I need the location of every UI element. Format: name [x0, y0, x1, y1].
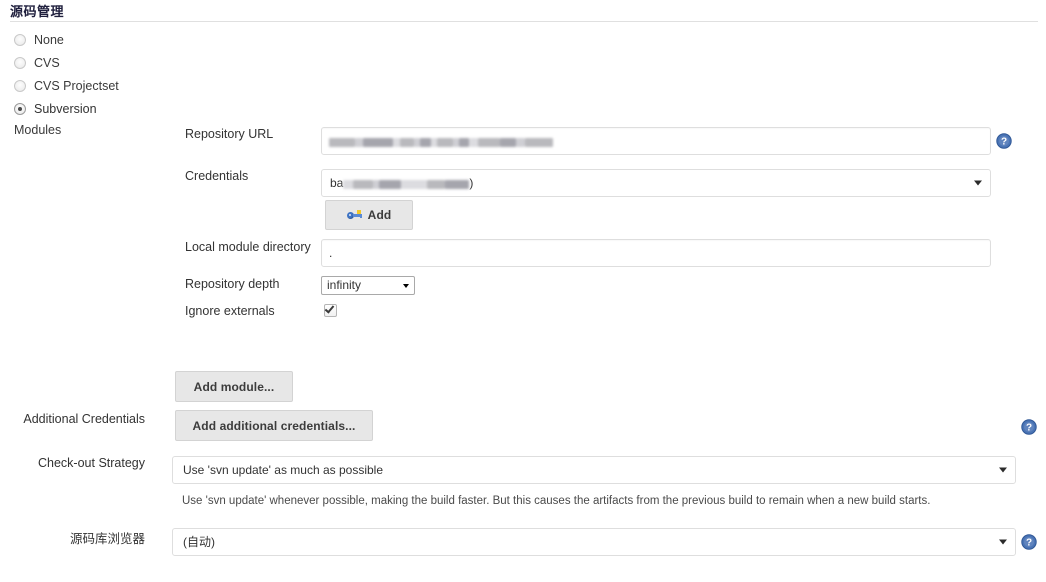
- modules-label: Modules: [14, 123, 62, 137]
- scm-option-label: None: [34, 33, 64, 47]
- help-icon-additional-credentials[interactable]: ?: [1021, 419, 1037, 435]
- repository-browser-select[interactable]: (自动): [172, 528, 1016, 556]
- checkout-strategy-value: Use 'svn update' as much as possible: [183, 463, 384, 477]
- repository-url-input[interactable]: [321, 127, 991, 155]
- repository-depth-select[interactable]: infinity: [321, 276, 415, 295]
- scm-configuration-page: 源码管理 None CVS CVS Projectset Subversion …: [0, 0, 1046, 582]
- add-module-button-label: Add module...: [193, 379, 275, 394]
- local-module-directory-input[interactable]: .: [321, 239, 991, 267]
- help-icon-repository-url[interactable]: ?: [996, 133, 1012, 149]
- ignore-externals-checkbox[interactable]: [324, 303, 337, 317]
- scm-option-cvs[interactable]: CVS: [14, 56, 60, 70]
- add-credentials-button[interactable]: Add: [325, 200, 413, 230]
- repository-depth-label: Repository depth: [185, 277, 280, 291]
- radio-cvs-projectset[interactable]: [14, 80, 26, 92]
- scm-option-cvs-projectset[interactable]: CVS Projectset: [14, 79, 119, 93]
- radio-subversion[interactable]: [14, 103, 26, 115]
- local-module-directory-label: Local module directory: [185, 240, 311, 254]
- svg-text:?: ?: [1026, 538, 1032, 549]
- scm-option-subversion[interactable]: Subversion: [14, 102, 97, 116]
- checkout-strategy-select[interactable]: Use 'svn update' as much as possible: [172, 456, 1016, 484]
- credentials-value-suffix: ): [469, 176, 474, 190]
- check-icon: [324, 303, 335, 314]
- repository-url-label: Repository URL: [185, 127, 274, 141]
- header-divider: [10, 21, 1038, 22]
- credentials-select[interactable]: ba): [321, 169, 991, 197]
- svg-text:?: ?: [1026, 423, 1032, 434]
- chevron-down-icon: [999, 539, 1007, 545]
- checkout-strategy-label: Check-out Strategy: [38, 456, 145, 470]
- page-title: 源码管理: [10, 4, 65, 19]
- ignore-externals-label: Ignore externals: [185, 304, 275, 318]
- svg-text:?: ?: [1001, 137, 1007, 148]
- repository-depth-value: infinity: [327, 278, 362, 292]
- add-module-button[interactable]: Add module...: [175, 371, 293, 402]
- scm-option-none[interactable]: None: [14, 33, 64, 47]
- add-additional-credentials-button-label: Add additional credentials...: [192, 418, 356, 433]
- chevron-down-icon: [999, 467, 1007, 473]
- checkout-strategy-hint: Use 'svn update' whenever possible, maki…: [182, 495, 931, 507]
- chevron-down-icon: [403, 283, 409, 288]
- add-additional-credentials-button[interactable]: Add additional credentials...: [175, 410, 373, 441]
- redacted-url-content: [329, 129, 553, 154]
- repository-browser-value: (自动): [183, 535, 215, 549]
- repository-browser-label: 源码库浏览器: [69, 532, 145, 546]
- help-icon-repository-browser[interactable]: ?: [1021, 534, 1037, 550]
- key-icon: [346, 209, 362, 221]
- scm-option-label: CVS Projectset: [34, 79, 119, 93]
- radio-none[interactable]: [14, 34, 26, 46]
- additional-credentials-label: Additional Credentials: [23, 412, 145, 426]
- radio-cvs[interactable]: [14, 57, 26, 69]
- add-credentials-button-label: Add: [367, 208, 392, 222]
- credentials-label: Credentials: [185, 169, 249, 183]
- chevron-down-icon: [974, 180, 982, 186]
- scm-option-label: Subversion: [34, 102, 97, 116]
- credentials-value-prefix: ba: [330, 176, 344, 190]
- scm-option-label: CVS: [34, 56, 60, 70]
- redacted-credentials-content: [343, 171, 470, 196]
